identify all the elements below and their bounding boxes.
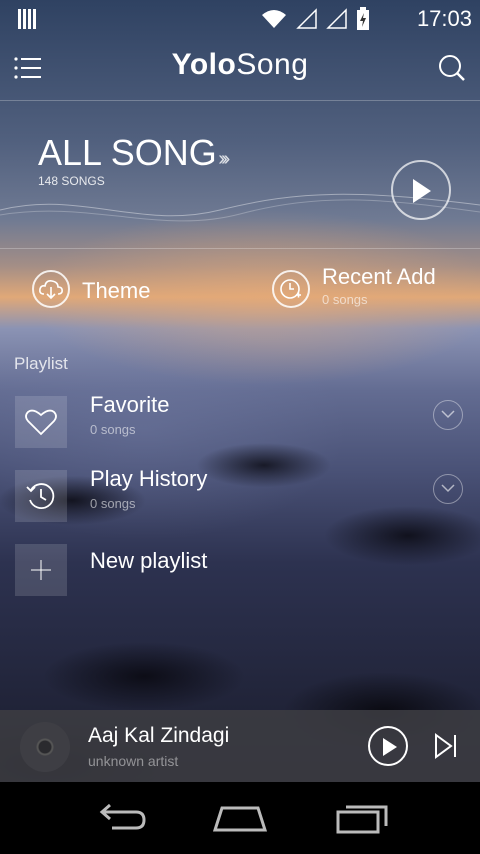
all-songs-title: ALL SONG ››› <box>38 132 230 174</box>
playlist-name: New playlist <box>90 548 208 573</box>
signal-icon <box>296 8 317 29</box>
track-title: Aaj Kal Zindagi <box>88 724 230 747</box>
clock-add-icon <box>272 270 310 308</box>
playlist-count: 0 songs <box>90 422 136 437</box>
play-button[interactable] <box>368 726 408 766</box>
playlist-item-play-history[interactable]: Play History 0 songs <box>0 466 480 528</box>
theme-button[interactable]: Theme <box>32 270 150 320</box>
play-icon <box>383 738 397 756</box>
playlist-item-favorite[interactable]: Favorite 0 songs <box>0 392 480 454</box>
theme-label: Theme <box>82 278 151 303</box>
playlist-name: Play History <box>90 466 208 491</box>
album-art <box>20 722 70 772</box>
app-title: YoloSong <box>0 48 480 82</box>
barcode-notification-icon <box>18 9 36 29</box>
heart-icon <box>25 409 57 436</box>
playlist-item-new[interactable]: New playlist <box>0 542 480 602</box>
signal-icon-2 <box>326 8 347 29</box>
play-icon <box>413 179 431 203</box>
expand-button[interactable] <box>433 400 463 430</box>
recent-add-button[interactable]: Recent Add 0 songs <box>272 264 436 320</box>
chevron-down-icon <box>441 484 455 493</box>
skip-next-icon[interactable] <box>434 732 458 760</box>
recent-add-count: 0 songs <box>322 292 368 307</box>
back-icon[interactable] <box>90 800 150 836</box>
battery-charging-icon <box>357 7 369 30</box>
chevron-down-icon <box>441 410 455 419</box>
status-bar: 17:03 <box>0 0 480 38</box>
recent-add-label: Recent Add <box>322 264 436 289</box>
now-playing-bar[interactable]: Aaj Kal Zindagi unknown artist <box>0 710 480 782</box>
cloud-download-icon <box>32 270 70 308</box>
home-icon[interactable] <box>210 800 270 836</box>
expand-button[interactable] <box>433 474 463 504</box>
app-title-bold: Yolo <box>171 48 237 81</box>
app-title-rest: Song <box>236 48 309 81</box>
play-all-button[interactable] <box>391 160 451 220</box>
system-nav-bar <box>0 782 480 854</box>
playlist-heading: Playlist <box>14 354 68 373</box>
wifi-icon <box>262 10 286 28</box>
history-icon <box>26 483 55 509</box>
playlist-name: Favorite <box>90 392 170 417</box>
clock-time: 17:03 <box>416 6 472 31</box>
playlist-count: 0 songs <box>90 496 136 511</box>
playlist-thumb <box>15 544 67 596</box>
search-icon[interactable] <box>438 54 466 82</box>
all-songs-title-text: ALL SONG <box>38 132 217 173</box>
recent-apps-icon[interactable] <box>332 800 392 836</box>
playlist-thumb <box>15 396 67 448</box>
all-songs-banner[interactable]: ALL SONG ››› 148 SONGS <box>0 100 480 249</box>
plus-icon <box>31 560 51 580</box>
playlist-thumb <box>15 470 67 522</box>
track-artist: unknown artist <box>88 753 179 769</box>
app-header: YoloSong <box>0 38 480 101</box>
chevrons-icon: ››› <box>216 148 230 170</box>
